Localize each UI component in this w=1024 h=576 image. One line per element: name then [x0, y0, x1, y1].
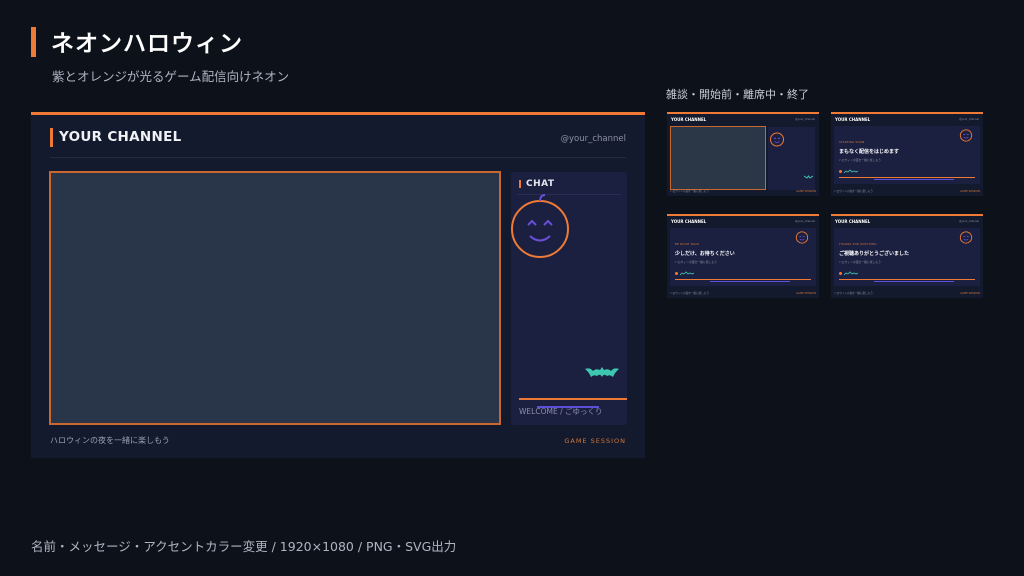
thumb-handle: @your_channel — [959, 118, 979, 121]
thumb-caption: ハロウィンの夜を一緒に楽しもう — [834, 292, 873, 295]
thumb-session: GAME SESSION — [796, 292, 816, 295]
thumb-session: GAME SESSION — [796, 190, 816, 193]
thumb-channel-name: YOUR CHANNEL — [671, 117, 707, 122]
thumb-channel-name: YOUR CHANNEL — [835, 219, 871, 224]
thumb-caption: ハロウィンの夜を一緒に楽しもう — [670, 292, 709, 295]
thumb-tag: BE RIGHT BACK — [675, 242, 700, 246]
thumb-message: ご視聴ありがとうございました — [839, 251, 910, 257]
thumb-video-frame — [670, 126, 766, 190]
thumbnail-chat[interactable]: YOUR CHANNEL @your_channel ハロウィンの夜を一緒に楽し… — [667, 112, 819, 196]
thumb-tag: THANKS FOR WATCHING — [839, 242, 877, 246]
main-preview[interactable]: YOUR CHANNEL @your_channel CHAT WELCOME … — [31, 112, 645, 458]
bat-icon — [585, 367, 619, 377]
chat-label: CHAT — [526, 179, 555, 189]
thumb-accent-line — [675, 279, 811, 280]
chat-accent-bar — [519, 180, 521, 188]
thumb-purple-line — [874, 179, 954, 180]
pumpkin-icon — [795, 231, 809, 244]
thumb-sub: ハロウィンの夜を一緒に楽しもう — [675, 260, 717, 264]
channel-accent-bar — [50, 128, 53, 147]
page-title: ネオンハロウィン — [51, 31, 243, 57]
title-accent-bar — [31, 27, 36, 57]
thumb-message: まもなく配信をはじめます — [839, 149, 900, 155]
thumb-channel-name: YOUR CHANNEL — [671, 219, 707, 224]
thumb-chat-panel — [768, 127, 815, 190]
thumb-purple-line — [874, 281, 954, 282]
thumb-purple-line — [710, 281, 790, 282]
thumb-dot — [839, 170, 842, 173]
chat-welcome: WELCOME / ごゆっくり — [519, 407, 603, 416]
thumb-wave — [844, 169, 858, 174]
thumb-dot — [675, 272, 678, 275]
thumb-session: GAME SESSION — [960, 292, 980, 295]
chat-accent-line — [519, 398, 627, 400]
pumpkin-icon — [959, 231, 973, 244]
thumb-sub: ハロウィンの夜を一緒に楽しもう — [839, 260, 881, 264]
thumb-message-panel: BE RIGHT BACK 少しだけ、お待ちください ハロウィンの夜を一緒に楽し… — [670, 228, 816, 286]
thumb-message: 少しだけ、お待ちください — [675, 251, 735, 257]
thumb-handle: @your_channel — [795, 118, 815, 121]
thumb-accent-line — [839, 177, 975, 178]
preview-caption: ハロウィンの夜を一緒に楽しもう — [50, 436, 170, 445]
thumb-session: GAME SESSION — [960, 190, 980, 193]
thumbnail-be-right-back[interactable]: YOUR CHANNEL @your_channel BE RIGHT BACK… — [667, 214, 819, 298]
thumb-tag: STARTING SOON — [839, 140, 865, 144]
chat-panel: CHAT WELCOME / ごゆっくり — [511, 172, 627, 425]
pumpkin-icon — [770, 132, 784, 147]
thumb-sub: ハロウィンの夜を一緒に楽しもう — [839, 158, 881, 162]
session-label: GAME SESSION — [564, 437, 626, 445]
thumb-caption: ハロウィンの夜を一緒に楽しもう — [670, 190, 709, 193]
thumb-wave — [844, 271, 858, 276]
thumb-handle: @your_channel — [959, 220, 979, 223]
variants-label: 雑談・開始前・離席中・終了 — [666, 88, 809, 101]
thumbnail-starting-soon[interactable]: YOUR CHANNEL @your_channel STARTING SOON… — [831, 112, 983, 196]
footer-specs: 名前・メッセージ・アクセントカラー変更 / 1920×1080 / PNG・SV… — [31, 539, 457, 554]
channel-name: YOUR CHANNEL — [59, 129, 182, 145]
thumb-accent-line — [839, 279, 975, 280]
bat-icon — [804, 175, 813, 179]
thumb-caption: ハロウィンの夜を一緒に楽しもう — [834, 190, 873, 193]
pumpkin-icon — [959, 129, 973, 142]
pumpkin-icon — [511, 194, 569, 258]
channel-handle: @your_channel — [560, 134, 627, 144]
header-divider — [50, 157, 626, 158]
page-subtitle: 紫とオレンジが光るゲーム配信向けネオン — [52, 69, 290, 84]
thumb-channel-name: YOUR CHANNEL — [835, 117, 871, 122]
video-frame — [49, 171, 501, 425]
thumb-message-panel: THANKS FOR WATCHING ご視聴ありがとうございました ハロウィン… — [834, 228, 980, 286]
thumb-message-panel: STARTING SOON まもなく配信をはじめます ハロウィンの夜を一緒に楽し… — [834, 126, 980, 184]
thumb-dot — [839, 272, 842, 275]
thumb-handle: @your_channel — [795, 220, 815, 223]
thumb-wave — [680, 271, 694, 276]
thumbnail-thanks[interactable]: YOUR CHANNEL @your_channel THANKS FOR WA… — [831, 214, 983, 298]
